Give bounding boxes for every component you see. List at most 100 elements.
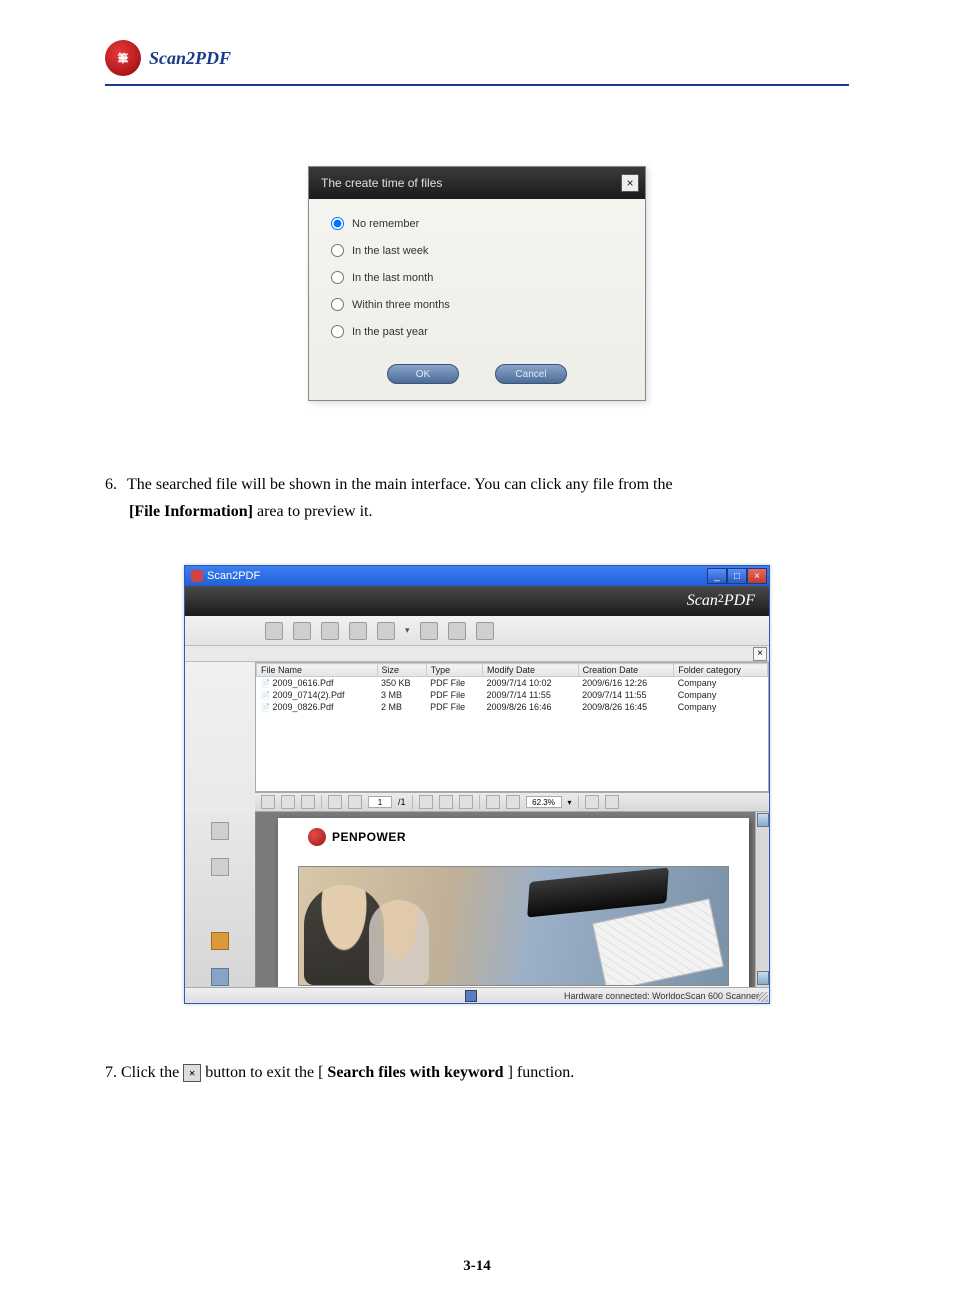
step-7-text: 7. Click the × button to exit the [Searc… (105, 1059, 849, 1086)
step-number: 6. (105, 471, 127, 498)
zoom-field[interactable]: 62.3% (526, 796, 562, 808)
cell-type: PDF File (426, 689, 482, 701)
ok-button[interactable]: OK (387, 364, 459, 384)
cell-mod: 2009/7/14 10:02 (482, 677, 578, 690)
cell-type: PDF File (426, 701, 482, 713)
scan-icon[interactable] (265, 622, 283, 640)
close-icon[interactable]: × (621, 174, 639, 192)
step-line: area to preview it. (253, 503, 373, 520)
dialog-buttons: OK Cancel (309, 360, 645, 400)
radio-label: In the last week (352, 245, 428, 257)
maximize-icon[interactable]: □ (727, 568, 747, 584)
cell-size: 3 MB (377, 689, 426, 701)
dropdown-arrow-icon[interactable]: ▾ (405, 625, 410, 636)
zoom-dropdown-icon[interactable]: ▾ (568, 798, 572, 807)
brand-bar: Scan2PDF (185, 586, 769, 616)
search-function-name: Search files with keyword (327, 1059, 503, 1086)
page-number-field[interactable]: 1 (368, 796, 392, 808)
preview-sidebar (185, 812, 255, 987)
table-row[interactable]: 2009_0616.Pdf 350 KB PDF File 2009/7/14 … (257, 677, 768, 690)
page-total: /1 (398, 797, 406, 807)
pdf-page: PENPOWER (278, 818, 749, 987)
settings-icon[interactable] (476, 622, 494, 640)
hand-icon[interactable] (439, 795, 453, 809)
mail-icon[interactable] (349, 622, 367, 640)
pdf-viewer[interactable]: PENPOWER (255, 812, 769, 987)
thumbs-icon[interactable] (211, 822, 229, 840)
cell-folder: Company (674, 689, 768, 701)
radio-label: In the last month (352, 272, 433, 284)
col-folder[interactable]: Folder category (674, 664, 768, 677)
scroll-up-icon[interactable] (757, 813, 769, 827)
cancel-button[interactable]: Cancel (495, 364, 567, 384)
bookmarks-icon[interactable] (211, 858, 229, 876)
open-icon[interactable] (301, 795, 315, 809)
penpower-logo-icon (308, 828, 326, 846)
comments-icon[interactable] (211, 932, 229, 950)
radio-input[interactable] (331, 244, 344, 257)
radio-input[interactable] (331, 298, 344, 311)
pdf-toolbar: 1 /1 62.3% ▾ (255, 792, 769, 812)
marquee-icon[interactable] (459, 795, 473, 809)
dialog-title-text: The create time of files (321, 176, 442, 190)
cell-folder: Company (674, 701, 768, 713)
folder-icon[interactable] (293, 622, 311, 640)
cell-name: 2009_0616.Pdf (257, 677, 378, 690)
penpower-text: PENPOWER (332, 830, 406, 844)
cell-name: 2009_0714(2).Pdf (257, 689, 378, 701)
grid-icon[interactable] (377, 622, 395, 640)
search-close-button[interactable]: × (753, 647, 767, 661)
dialog-titlebar: The create time of files × (309, 167, 645, 199)
minimize-icon[interactable]: _ (707, 568, 727, 584)
zoom-icon[interactable] (448, 622, 466, 640)
zoom-in-icon[interactable] (506, 795, 520, 809)
cell-size: 2 MB (377, 701, 426, 713)
radio-three-months[interactable]: Within three months (331, 298, 623, 311)
fit-width-icon[interactable] (585, 795, 599, 809)
table-row[interactable]: 2009_0714(2).Pdf 3 MB PDF File 2009/7/14… (257, 689, 768, 701)
col-filename[interactable]: File Name (257, 664, 378, 677)
logo-icon: 筆 (105, 40, 141, 76)
page-number: 3-14 (0, 1258, 954, 1275)
radio-last-month[interactable]: In the last month (331, 271, 623, 284)
vertical-scrollbar[interactable] (755, 812, 769, 987)
scroll-down-icon[interactable] (757, 971, 769, 985)
cell-name: 2009_0826.Pdf (257, 701, 378, 713)
create-time-dialog: The create time of files × No remember I… (308, 166, 646, 401)
zoom-out-icon[interactable] (486, 795, 500, 809)
step-line: The searched file will be shown in the m… (127, 476, 673, 493)
radio-input[interactable] (331, 271, 344, 284)
radio-input[interactable] (331, 217, 344, 230)
brand-text: Scan2PDF (687, 592, 755, 610)
select-icon[interactable] (419, 795, 433, 809)
window-title: Scan2PDF (207, 570, 260, 582)
col-creation[interactable]: Creation Date (578, 664, 674, 677)
status-icon (465, 990, 477, 1002)
fit-page-icon[interactable] (605, 795, 619, 809)
radio-last-week[interactable]: In the last week (331, 244, 623, 257)
next-page-icon[interactable] (348, 795, 362, 809)
radio-input[interactable] (331, 325, 344, 338)
col-type[interactable]: Type (426, 664, 482, 677)
col-modify[interactable]: Modify Date (482, 664, 578, 677)
prev-page-icon[interactable] (328, 795, 342, 809)
cell-type: PDF File (426, 677, 482, 690)
radio-no-remember[interactable]: No remember (331, 217, 623, 230)
file-information-table[interactable]: File Name Size Type Modify Date Creation… (255, 662, 769, 792)
radio-past-year[interactable]: In the past year (331, 325, 623, 338)
search-icon[interactable] (420, 622, 438, 640)
step-number: 7. (105, 1059, 117, 1086)
resize-grip-icon[interactable] (758, 992, 768, 1002)
table-row[interactable]: 2009_0826.Pdf 2 MB PDF File 2009/8/26 16… (257, 701, 768, 713)
search-result-bar: × (185, 646, 769, 662)
close-icon[interactable]: × (747, 568, 767, 584)
step-text: ] function. (508, 1059, 575, 1086)
save-icon[interactable] (281, 795, 295, 809)
print-icon[interactable] (261, 795, 275, 809)
col-size[interactable]: Size (377, 664, 426, 677)
attach-icon[interactable] (211, 968, 229, 986)
cell-folder: Company (674, 677, 768, 690)
page-header: 筆 Scan2PDF (105, 40, 849, 86)
file-icon[interactable] (321, 622, 339, 640)
dialog-body: No remember In the last week In the last… (309, 199, 645, 360)
